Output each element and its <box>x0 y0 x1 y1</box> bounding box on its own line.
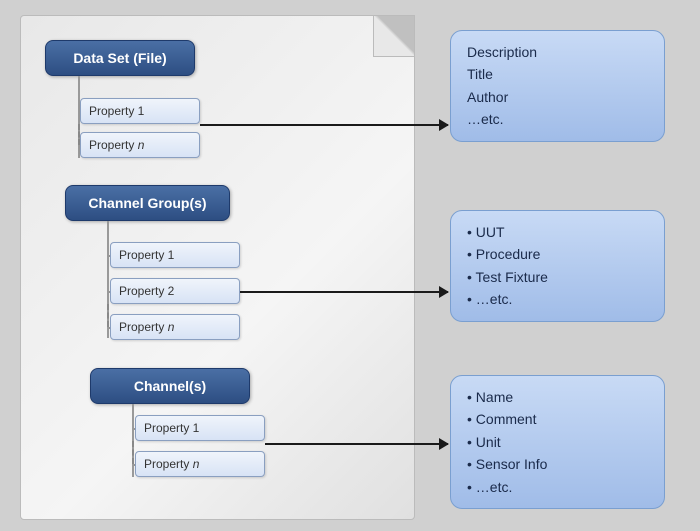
infobox1-line2: Title <box>467 63 648 85</box>
changroup-label: Channel Group(s) <box>88 195 206 211</box>
infobox1-line4: …etc. <box>467 108 648 130</box>
dataset-propertyn: Property n <box>80 132 200 158</box>
changroup-propertyn: Property n <box>110 314 240 340</box>
changroup-property1-label: Property 1 <box>119 248 174 262</box>
infobox2-line4: • …etc. <box>467 288 648 310</box>
changroup-property1: Property 1 <box>110 242 240 268</box>
infobox3-line3: • Unit <box>467 431 648 453</box>
dataset-arrow <box>200 124 448 126</box>
infobox-channel: • Name • Comment • Unit • Sensor Info • … <box>450 375 665 509</box>
changroup-property2: Property 2 <box>110 278 240 304</box>
dataset-label: Data Set (File) <box>73 50 166 66</box>
infobox2-line2: • Procedure <box>467 243 648 265</box>
infobox1-line1: Description <box>467 41 648 63</box>
channel-label: Channel(s) <box>134 378 206 394</box>
infobox3-line5: • …etc. <box>467 476 648 498</box>
changroup-propertyn-label: Property n <box>119 320 174 334</box>
infobox-dataset: Description Title Author …etc. <box>450 30 665 142</box>
infobox3-line2: • Comment <box>467 408 648 430</box>
infobox3-line1: • Name <box>467 386 648 408</box>
page-container: Data Set (File) Property 1 Property n Ch… <box>0 0 700 531</box>
infobox-changroup: • UUT • Procedure • Test Fixture • …etc. <box>450 210 665 322</box>
dataset-header: Data Set (File) <box>45 40 195 76</box>
dataset-propertyn-label: Property n <box>89 138 144 152</box>
changroup-arrow <box>240 291 448 293</box>
dataset-property1: Property 1 <box>80 98 200 124</box>
channel-dashed <box>132 441 134 464</box>
infobox2-line1: • UUT <box>467 221 648 243</box>
channel-arrow <box>265 443 448 445</box>
infobox1-line3: Author <box>467 86 648 108</box>
infobox2-line3: • Test Fixture <box>467 266 648 288</box>
channel-property1: Property 1 <box>135 415 265 441</box>
channel-header: Channel(s) <box>90 368 250 404</box>
channel-propertyn-label: Property n <box>144 457 199 471</box>
channel-property1-label: Property 1 <box>144 421 199 435</box>
dataset-property1-label: Property 1 <box>89 104 144 118</box>
changroup-header: Channel Group(s) <box>65 185 230 221</box>
infobox3-line4: • Sensor Info <box>467 453 648 475</box>
changroup-property2-label: Property 2 <box>119 284 174 298</box>
changroup-dashed <box>107 304 109 327</box>
channel-propertyn: Property n <box>135 451 265 477</box>
